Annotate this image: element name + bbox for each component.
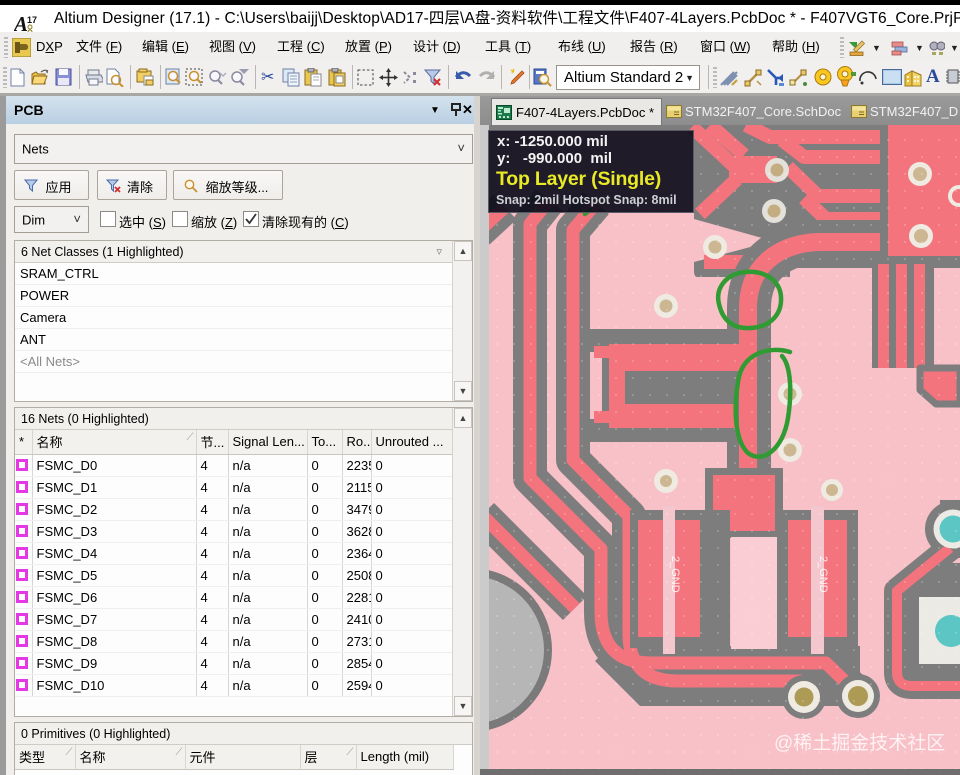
svg-text:17: 17 [27,15,37,25]
